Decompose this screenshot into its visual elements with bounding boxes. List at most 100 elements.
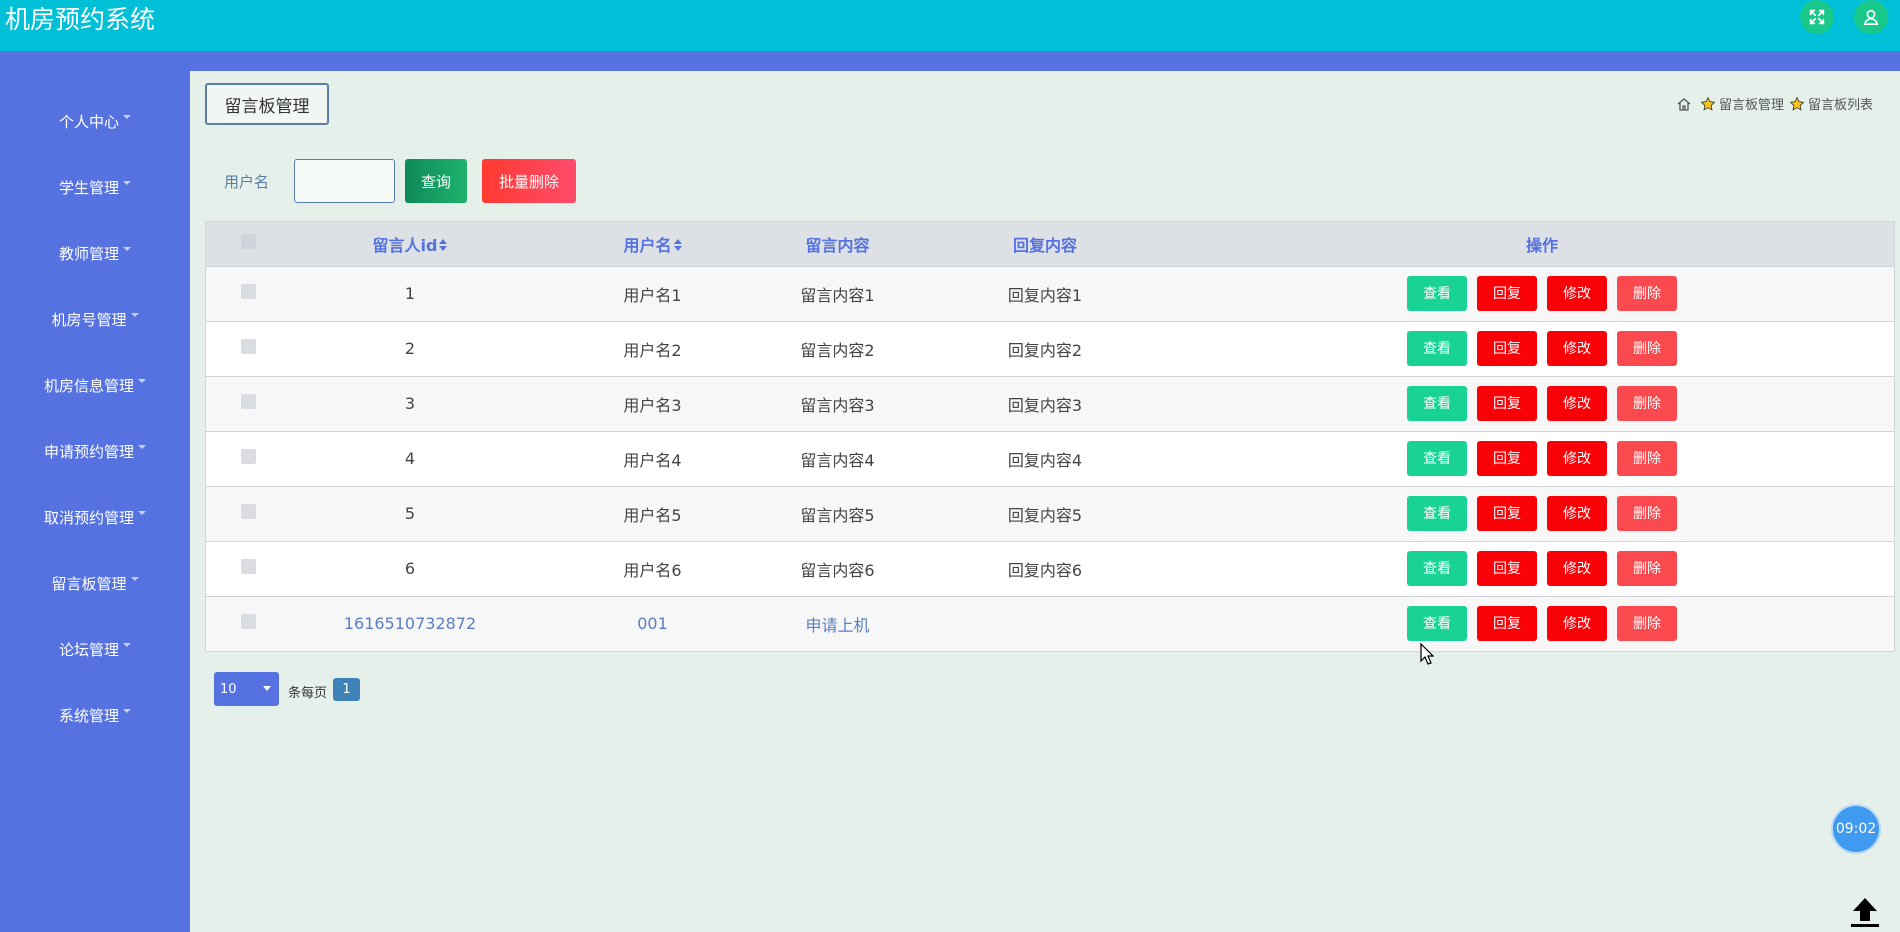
cell-username: 用户名6 xyxy=(530,540,775,596)
chevron-down-icon xyxy=(130,577,139,581)
page-number-button[interactable]: 1 xyxy=(333,678,360,701)
breadcrumb: 留言板管理 留言板列表 xyxy=(1676,94,1878,113)
batch-delete-button[interactable]: 批量删除 xyxy=(482,159,576,203)
delete-button[interactable]: 删除 xyxy=(1617,386,1677,421)
row-checkbox[interactable] xyxy=(240,339,256,354)
chevron-down-icon xyxy=(123,181,131,185)
reply-button[interactable]: 回复 xyxy=(1477,386,1537,421)
sidebar-item-system[interactable]: 系统管理 xyxy=(0,700,190,730)
username-search-input[interactable] xyxy=(294,159,395,203)
clock-widget: 09:02 xyxy=(1833,806,1879,852)
cell-reply: 回复内容4 xyxy=(900,430,1190,486)
sidebar-item-personal-center[interactable]: 个人中心 xyxy=(0,106,190,136)
top-bar: 机房预约系统 xyxy=(0,0,1900,51)
row-checkbox[interactable] xyxy=(240,614,256,630)
view-button[interactable]: 查看 xyxy=(1407,551,1467,586)
edit-button[interactable]: 修改 xyxy=(1547,551,1607,586)
cell-username: 用户名2 xyxy=(530,320,775,376)
column-header-username[interactable]: 用户名 xyxy=(530,222,775,266)
reply-button[interactable]: 回复 xyxy=(1477,551,1537,586)
row-checkbox[interactable] xyxy=(240,559,256,574)
delete-button[interactable]: 删除 xyxy=(1617,331,1677,366)
edit-button[interactable]: 修改 xyxy=(1547,331,1607,366)
sidebar-item-label: 机房信息管理 xyxy=(43,376,134,395)
cell-reply: 回复内容2 xyxy=(900,320,1190,376)
message-table: 留言人id 用户名 留言内容 回复内容 操作 1 用户名1 留言内容1 回复内容1 查看… xyxy=(205,221,1895,652)
table-row: 6 用户名6 留言内容6 回复内容6 查看 回复 修改 删除 xyxy=(206,540,1894,596)
app-title: 机房预约系统 xyxy=(5,5,156,34)
delete-button[interactable]: 删除 xyxy=(1617,496,1677,531)
breadcrumb-item[interactable]: 留言板管理 xyxy=(1719,94,1784,113)
row-checkbox[interactable] xyxy=(240,504,256,519)
sidebar-item-students[interactable]: 学生管理 xyxy=(0,172,190,202)
edit-button[interactable]: 修改 xyxy=(1547,496,1607,531)
edit-button[interactable]: 修改 xyxy=(1547,276,1607,311)
view-button[interactable]: 查看 xyxy=(1407,276,1467,311)
delete-button[interactable]: 删除 xyxy=(1617,606,1677,642)
view-button[interactable]: 查看 xyxy=(1407,331,1467,366)
sort-icon[interactable] xyxy=(439,239,448,252)
view-button[interactable]: 查看 xyxy=(1407,441,1467,476)
delete-button[interactable]: 删除 xyxy=(1617,551,1677,586)
view-button[interactable]: 查看 xyxy=(1407,606,1467,642)
fullscreen-icon xyxy=(1809,9,1825,25)
column-header-label: 留言人id xyxy=(372,235,438,255)
cell-content: 留言内容6 xyxy=(775,540,900,596)
cell-username: 用户名4 xyxy=(530,430,775,486)
view-button[interactable]: 查看 xyxy=(1407,496,1467,531)
cell-reply xyxy=(900,595,1190,651)
sidebar-item-booking-requests[interactable]: 申请预约管理 xyxy=(0,436,190,466)
sidebar-item-booking-cancel[interactable]: 取消预约管理 xyxy=(0,502,190,532)
query-button[interactable]: 查询 xyxy=(405,159,467,203)
cell-reply: 回复内容3 xyxy=(900,375,1190,431)
username-label: 用户名 xyxy=(224,173,270,191)
cell-username: 001 xyxy=(530,595,775,651)
column-header-actions: 操作 xyxy=(1190,222,1894,266)
home-icon[interactable] xyxy=(1676,96,1692,112)
delete-button[interactable]: 删除 xyxy=(1617,276,1677,311)
cell-content: 留言内容5 xyxy=(775,485,900,541)
table-header-row: 留言人id 用户名 留言内容 回复内容 操作 xyxy=(206,222,1894,266)
edit-button[interactable]: 修改 xyxy=(1547,386,1607,421)
sidebar-item-message-board[interactable]: 留言板管理 xyxy=(0,568,190,598)
column-header-id[interactable]: 留言人id xyxy=(290,222,530,266)
table-row: 1 用户名1 留言内容1 回复内容1 查看 回复 修改 删除 xyxy=(206,265,1894,321)
sort-icon[interactable] xyxy=(673,239,682,252)
edit-button[interactable]: 修改 xyxy=(1547,441,1607,476)
row-checkbox[interactable] xyxy=(240,449,256,464)
sidebar-item-teachers[interactable]: 教师管理 xyxy=(0,238,190,268)
page-size-select[interactable]: 10 xyxy=(214,672,279,706)
chevron-down-icon xyxy=(138,511,146,515)
reply-button[interactable]: 回复 xyxy=(1477,606,1537,642)
table-row: 1616510732872 001 申请上机 查看 回复 修改 删除 xyxy=(206,595,1894,651)
edit-button[interactable]: 修改 xyxy=(1547,606,1607,642)
fullscreen-button[interactable] xyxy=(1800,0,1834,34)
sidebar-item-room-info[interactable]: 机房信息管理 xyxy=(0,370,190,400)
row-checkbox[interactable] xyxy=(240,394,256,409)
select-all-checkbox[interactable] xyxy=(240,234,256,250)
delete-button[interactable]: 删除 xyxy=(1617,441,1677,476)
reply-button[interactable]: 回复 xyxy=(1477,496,1537,531)
reply-button[interactable]: 回复 xyxy=(1477,276,1537,311)
chevron-down-icon xyxy=(123,247,131,251)
cell-content: 申请上机 xyxy=(775,595,900,651)
view-button[interactable]: 查看 xyxy=(1407,386,1467,421)
sidebar-item-label: 个人中心 xyxy=(58,112,119,131)
row-checkbox[interactable] xyxy=(240,284,256,299)
sidebar-item-room-numbers[interactable]: 机房号管理 xyxy=(0,304,190,334)
cell-actions: 查看 回复 修改 删除 xyxy=(1190,540,1894,596)
sidebar-item-forum[interactable]: 论坛管理 xyxy=(0,634,190,664)
reply-button[interactable]: 回复 xyxy=(1477,441,1537,476)
cell-id: 3 xyxy=(290,375,530,431)
table-row: 3 用户名3 留言内容3 回复内容3 查看 回复 修改 删除 xyxy=(206,375,1894,431)
chevron-down-icon xyxy=(263,686,271,691)
cell-reply: 回复内容6 xyxy=(900,540,1190,596)
scroll-to-top-icon[interactable] xyxy=(1847,893,1883,929)
cell-actions: 查看 回复 修改 删除 xyxy=(1190,320,1894,376)
user-button[interactable] xyxy=(1854,0,1888,34)
reply-button[interactable]: 回复 xyxy=(1477,331,1537,366)
cell-id: 1 xyxy=(290,265,530,321)
cell-actions: 查看 回复 修改 删除 xyxy=(1190,595,1894,651)
sidebar-item-label: 申请预约管理 xyxy=(43,442,134,461)
page-title: 留言板管理 xyxy=(205,83,329,125)
